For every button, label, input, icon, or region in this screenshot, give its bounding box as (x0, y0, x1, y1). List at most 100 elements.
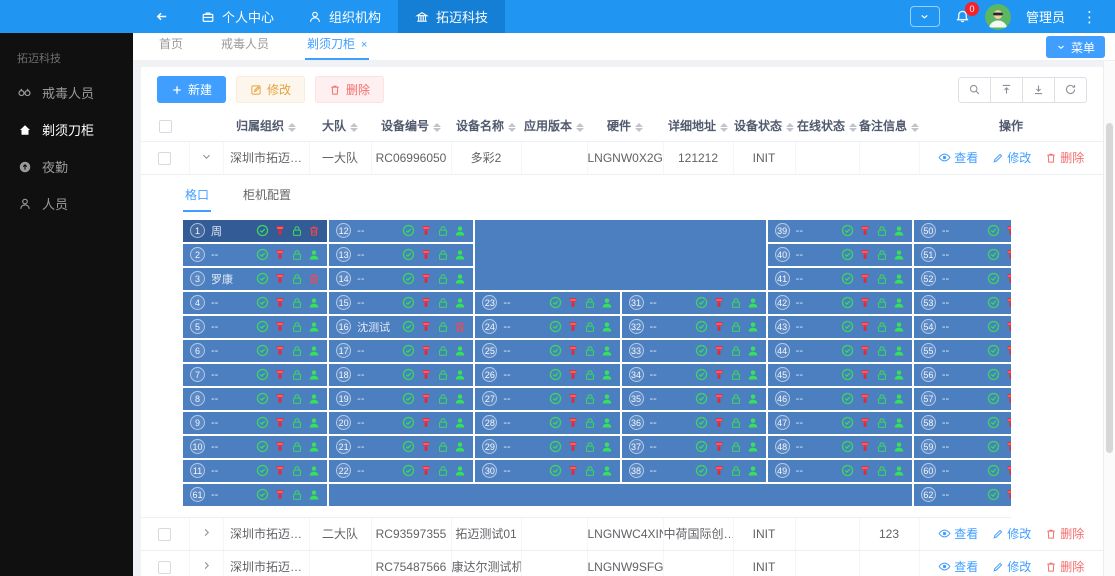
search-button[interactable] (958, 77, 991, 103)
slot-cell-15[interactable]: 15-- (329, 292, 473, 314)
user-icon[interactable] (893, 345, 905, 357)
close-icon[interactable]: × (361, 39, 367, 51)
slot-cell-33[interactable]: 33-- (622, 340, 766, 362)
sort-icon[interactable] (288, 123, 296, 132)
edit-action[interactable]: 修改 (992, 525, 1031, 542)
user-icon[interactable] (454, 393, 466, 405)
slot-cell-8[interactable]: 8-- (183, 388, 327, 410)
slot-cell-62[interactable]: 62-- (914, 484, 1011, 506)
slot-cell-45[interactable]: 45-- (768, 364, 912, 386)
col-header-6[interactable]: 详细地址 (663, 111, 733, 141)
slot-cell-27[interactable]: 27-- (475, 388, 619, 410)
sort-icon[interactable] (576, 123, 584, 132)
slot-cell-52[interactable]: 52-- (914, 268, 1011, 290)
refresh-button[interactable] (1054, 77, 1087, 103)
slot-cell-37[interactable]: 37-- (622, 436, 766, 458)
user-icon[interactable] (308, 441, 320, 453)
user-icon[interactable] (893, 225, 905, 237)
page-tab-0[interactable]: 首页 (157, 35, 185, 60)
slot-cell-36[interactable]: 36-- (622, 412, 766, 434)
slot-cell-30[interactable]: 30-- (475, 460, 619, 482)
user-icon[interactable] (747, 321, 759, 333)
edit-action[interactable]: 修改 (992, 558, 1031, 575)
col-header-10[interactable]: 操作 (919, 111, 1103, 141)
nav-item-2[interactable]: 拓迈科技 (398, 0, 505, 33)
slot-cell-9[interactable]: 9-- (183, 412, 327, 434)
sort-icon[interactable] (720, 123, 728, 132)
delete-button[interactable]: 删除 (315, 76, 384, 103)
user-icon[interactable] (454, 345, 466, 357)
slot-cell-5[interactable]: 5-- (183, 316, 327, 338)
col-header-3[interactable]: 设备名称 (451, 111, 521, 141)
user-icon[interactable] (308, 465, 320, 477)
slot-cell-59[interactable]: 59-- (914, 436, 1011, 458)
slot-cell-61[interactable]: 61-- (183, 484, 327, 506)
user-icon[interactable] (601, 417, 613, 429)
delete-action[interactable]: 删除 (1045, 558, 1084, 575)
edit-action[interactable]: 修改 (992, 149, 1031, 166)
col-header-8[interactable]: 在线状态 (795, 111, 859, 141)
slot-cell-47[interactable]: 47-- (768, 412, 912, 434)
user-icon[interactable] (747, 369, 759, 381)
sidebar-item-2[interactable]: 夜勤 (0, 148, 133, 185)
slot-cell-48[interactable]: 48-- (768, 436, 912, 458)
user-icon[interactable] (308, 393, 320, 405)
sidebar-item-3[interactable]: 人员 (0, 185, 133, 222)
nav-item-1[interactable]: 组织机构 (291, 0, 398, 33)
user-icon[interactable] (747, 297, 759, 309)
page-tab-1[interactable]: 戒毒人员 (219, 35, 271, 60)
sort-icon[interactable] (911, 123, 919, 132)
col-header-7[interactable]: 设备状态 (733, 111, 795, 141)
user-icon[interactable] (454, 273, 466, 285)
panel-tab-0[interactable]: 格口 (183, 180, 211, 212)
slot-cell-42[interactable]: 42-- (768, 292, 912, 314)
sort-icon[interactable] (350, 123, 358, 132)
user-icon[interactable] (454, 465, 466, 477)
user-icon[interactable] (893, 393, 905, 405)
slot-cell-6[interactable]: 6-- (183, 340, 327, 362)
expand-row-icon[interactable] (201, 560, 212, 571)
slot-cell-57[interactable]: 57-- (914, 388, 1011, 410)
col-header-2[interactable]: 设备编号 (371, 111, 451, 141)
user-icon[interactable] (454, 369, 466, 381)
user-icon[interactable] (893, 369, 905, 381)
col-header-5[interactable]: 硬件 (587, 111, 663, 141)
panel-tab-1[interactable]: 柜机配置 (241, 180, 293, 212)
slot-cell-14[interactable]: 14-- (329, 268, 473, 290)
slot-cell-32[interactable]: 32-- (622, 316, 766, 338)
slot-cell-13[interactable]: 13-- (329, 244, 473, 266)
user-icon[interactable] (308, 249, 320, 261)
slot-cell-35[interactable]: 35-- (622, 388, 766, 410)
user-icon[interactable] (454, 297, 466, 309)
user-icon[interactable] (308, 345, 320, 357)
slot-cell-55[interactable]: 55-- (914, 340, 1011, 362)
user-icon[interactable] (747, 441, 759, 453)
user-icon[interactable] (893, 249, 905, 261)
slot-cell-40[interactable]: 40-- (768, 244, 912, 266)
user-icon[interactable] (601, 441, 613, 453)
slot-cell-18[interactable]: 18-- (329, 364, 473, 386)
slot-cell-54[interactable]: 54-- (914, 316, 1011, 338)
trash-icon[interactable] (308, 273, 320, 285)
delete-action[interactable]: 删除 (1045, 525, 1084, 542)
new-button[interactable]: 新建 (157, 76, 226, 103)
sort-icon[interactable] (849, 123, 857, 132)
trash-icon[interactable] (454, 321, 466, 333)
user-icon[interactable] (747, 345, 759, 357)
slot-cell-41[interactable]: 41-- (768, 268, 912, 290)
slot-cell-22[interactable]: 22-- (329, 460, 473, 482)
sort-icon[interactable] (433, 123, 441, 132)
menu-button[interactable]: 菜单 (1046, 36, 1105, 58)
avatar[interactable] (985, 4, 1011, 30)
slot-cell-34[interactable]: 34-- (622, 364, 766, 386)
scrollbar-thumb[interactable] (1106, 123, 1113, 453)
slot-cell-25[interactable]: 25-- (475, 340, 619, 362)
slot-cell-28[interactable]: 28-- (475, 412, 619, 434)
row-checkbox[interactable] (158, 561, 171, 574)
view-action[interactable]: 查看 (938, 525, 978, 542)
slot-cell-24[interactable]: 24-- (475, 316, 619, 338)
col-header-0[interactable]: 归属组织 (223, 111, 309, 141)
slot-cell-29[interactable]: 29-- (475, 436, 619, 458)
user-icon[interactable] (454, 249, 466, 261)
user-icon[interactable] (747, 393, 759, 405)
